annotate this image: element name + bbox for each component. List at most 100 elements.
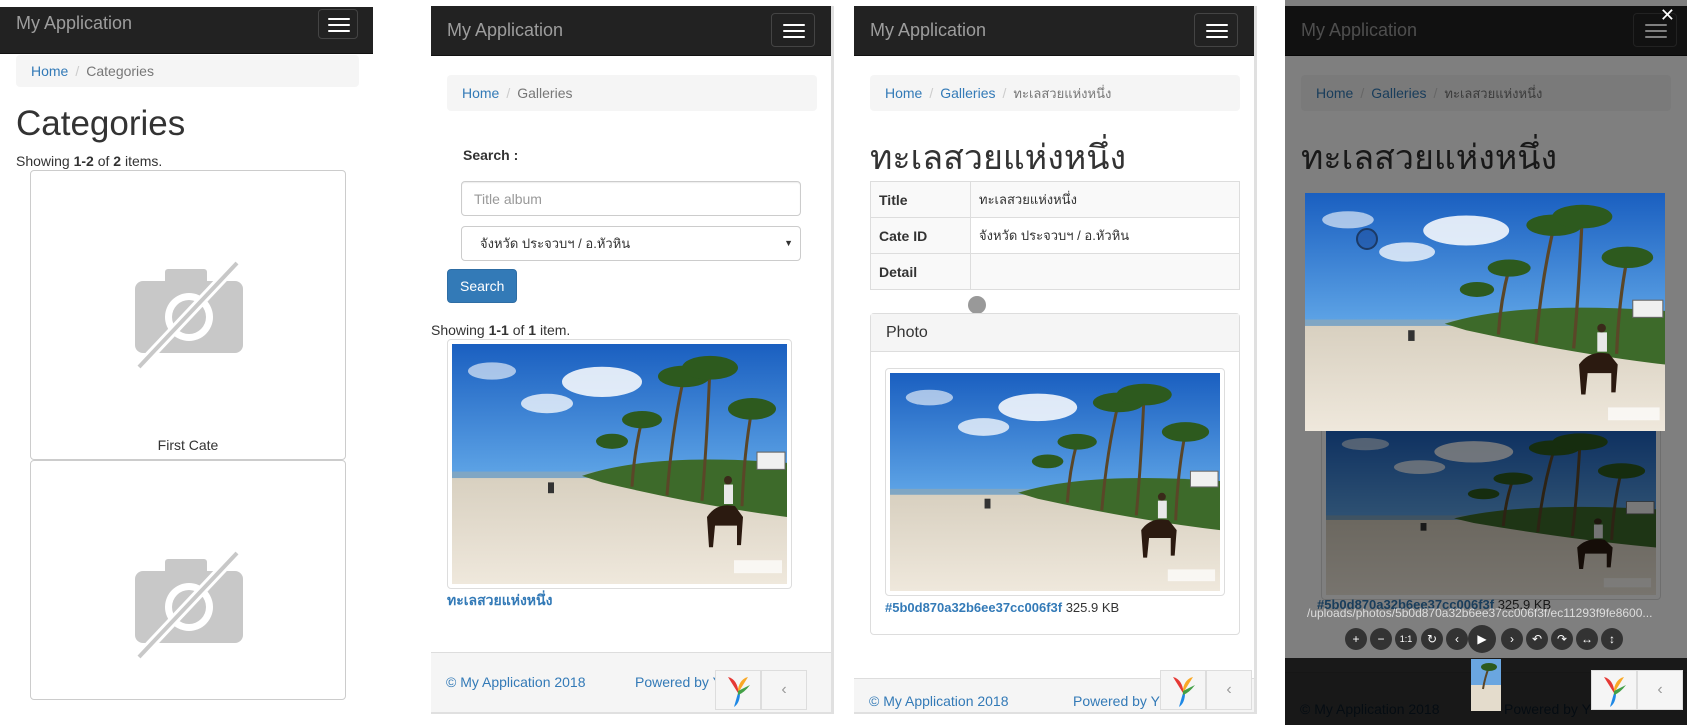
chevron-down-icon: ▼ (784, 238, 793, 248)
beach-photo (452, 344, 787, 584)
hamburger-icon-bar (328, 30, 350, 32)
category-card[interactable]: First Cate (30, 170, 346, 460)
photo-caption: #5b0d870a32b6ee37cc006f3f 325.9 KB (885, 600, 1119, 615)
galleries-screen: My Application Home / Galleries Search : จ… (431, 6, 834, 714)
breadcrumb-separator: / (929, 85, 934, 101)
yii-debug-toolbar-logo[interactable] (715, 670, 761, 710)
brand-link[interactable]: My Application (447, 6, 563, 54)
photo-thumbnail[interactable] (885, 368, 1225, 596)
categories-screen: My Application Home / Categories Categorie… (0, 0, 402, 725)
summary-range: 1-2 (73, 153, 94, 169)
summary-total: 2 (113, 153, 122, 169)
navbar: My Application (0, 7, 373, 54)
beach-photo (890, 373, 1220, 591)
debug-toolbar-collapse-button[interactable]: ‹ (1637, 670, 1683, 710)
summary-prefix: Showing (16, 153, 74, 169)
breadcrumb-home-link[interactable]: Home (462, 85, 499, 101)
next-icon[interactable]: › (1501, 628, 1523, 650)
reset-icon[interactable]: ↻ (1421, 628, 1443, 650)
breadcrumb-home-link[interactable]: Home (885, 85, 922, 101)
breadcrumb-galleries-link[interactable]: Galleries (940, 85, 995, 101)
category-label[interactable]: First Cate (31, 437, 345, 453)
rotate-left-icon[interactable]: ↶ (1526, 628, 1548, 650)
brand-link[interactable]: My Application (870, 6, 986, 54)
copyright-text: © My Application 2018 (869, 693, 1009, 709)
table-row: Detail (870, 253, 1240, 290)
summary-of: of (508, 322, 529, 338)
summary-prefix: Showing (431, 322, 489, 338)
hamburger-icon-bar (783, 30, 805, 32)
page-title: ทะเลสวยแห่งหนึ่ง (870, 139, 1127, 177)
breadcrumb-home-link[interactable]: Home (31, 63, 68, 79)
hamburger-icon (783, 24, 805, 26)
yii-debug-toolbar-logo[interactable] (1160, 670, 1206, 710)
yii-logo-icon (728, 677, 750, 707)
breadcrumb-current: Categories (86, 63, 154, 79)
breadcrumb-separator: / (75, 63, 80, 79)
table-row: Cate ID จังหวัด ประจวบฯ / อ.หัวหิน (870, 217, 1240, 254)
page-title: Categories (16, 104, 186, 143)
menu-toggle-button[interactable] (318, 9, 358, 39)
brand-link[interactable]: My Application (16, 7, 132, 39)
flip-horizontal-icon[interactable]: ↔ (1576, 628, 1598, 650)
category-select-value: จังหวัด ประจวบฯ / อ.หัวหิน (480, 236, 631, 251)
flip-vertical-icon[interactable]: ↕ (1601, 628, 1623, 650)
copyright-text: © My Application 2018 (446, 674, 586, 690)
photo-id-link[interactable]: #5b0d870a32b6ee37cc006f3f (885, 600, 1062, 615)
list-summary: Showing 1-1 of 1 item. (431, 322, 570, 338)
powered-by-link[interactable]: Powered by Y (635, 674, 722, 690)
row-value: จังหวัด ประจวบฯ / อ.หัวหิน (970, 217, 1240, 254)
category-card[interactable] (30, 460, 346, 700)
powered-by-link[interactable]: Powered by Y (1073, 693, 1160, 709)
row-label: Cate ID (870, 217, 971, 254)
breadcrumb: Home / Galleries / ทะเลสวยแห่งหนึ่ง (870, 75, 1240, 111)
yii-logo-icon (1173, 677, 1195, 707)
hamburger-icon-bar (783, 36, 805, 38)
hamburger-icon-bar (328, 24, 350, 26)
hamburger-icon-bar (1206, 30, 1228, 32)
menu-toggle-button[interactable] (1194, 13, 1238, 47)
zoom-out-icon[interactable]: − (1370, 628, 1392, 650)
row-label: Detail (870, 253, 971, 290)
row-label: Title (870, 181, 971, 218)
navbar: My Application (431, 6, 831, 56)
photo-panel-heading: Photo (871, 314, 1239, 352)
camera-off-icon (135, 549, 243, 659)
breadcrumb-current: Galleries (517, 85, 573, 101)
category-select[interactable]: จังหวัด ประจวบฯ / อ.หัวหิน ▼ (461, 226, 801, 261)
close-icon[interactable]: ✕ (1660, 5, 1675, 26)
summary-of: of (93, 153, 114, 169)
camera-off-icon (135, 259, 243, 369)
search-button[interactable]: Search (447, 269, 518, 303)
album-thumbnail[interactable] (447, 339, 792, 589)
photo-panel: Photo #5b0d870a32b6ee37cc006f3f 325.9 KB (870, 313, 1240, 635)
play-icon[interactable]: ▶ (1468, 625, 1496, 653)
menu-toggle-button[interactable] (771, 13, 815, 47)
debug-toolbar-collapse-button[interactable]: ‹ (1206, 670, 1252, 710)
album-detail-table: Title ทะเลสวยแห่งหนึ่ง Cate ID จังหวัด ประ… (870, 181, 1240, 290)
yii-logo-icon (1604, 677, 1626, 707)
breadcrumb-current: ทะเลสวยแห่งหนึ่ง (1013, 86, 1112, 101)
image-viewer-screen: My Application Home/Galleries/ทะเลสวยแห่… (1285, 0, 1687, 725)
summary-total: 1 (528, 322, 537, 338)
viewer-image-title: /uploads/photos/5b0d870a32b6ee37cc006f3f… (1307, 606, 1653, 620)
debug-toolbar-collapse-button[interactable]: ‹ (761, 670, 807, 710)
yii-debug-toolbar-logo[interactable] (1591, 670, 1637, 710)
album-title-link[interactable]: ทะเลสวยแห่งหนึ่ง (447, 590, 552, 612)
one-to-one-icon[interactable]: 1:1 (1395, 628, 1417, 650)
hamburger-icon (1206, 24, 1228, 26)
search-label: Search : (463, 147, 519, 163)
viewer-thumbnail[interactable] (1471, 659, 1501, 711)
title-album-input[interactable] (461, 181, 801, 216)
summary-suffix: item. (536, 322, 571, 338)
viewer-image[interactable] (1305, 193, 1665, 431)
row-value (970, 253, 1240, 290)
drag-handle[interactable] (968, 296, 986, 314)
breadcrumb: Home / Categories (16, 55, 359, 87)
rotate-right-icon[interactable]: ↷ (1551, 628, 1573, 650)
zoom-in-icon[interactable]: + (1345, 628, 1367, 650)
breadcrumb-separator: / (506, 85, 511, 101)
breadcrumb-separator: / (1002, 85, 1007, 101)
album-detail-screen: My Application Home / Galleries / ทะเลสวยแห่… (854, 6, 1257, 714)
prev-icon[interactable]: ‹ (1446, 628, 1468, 650)
